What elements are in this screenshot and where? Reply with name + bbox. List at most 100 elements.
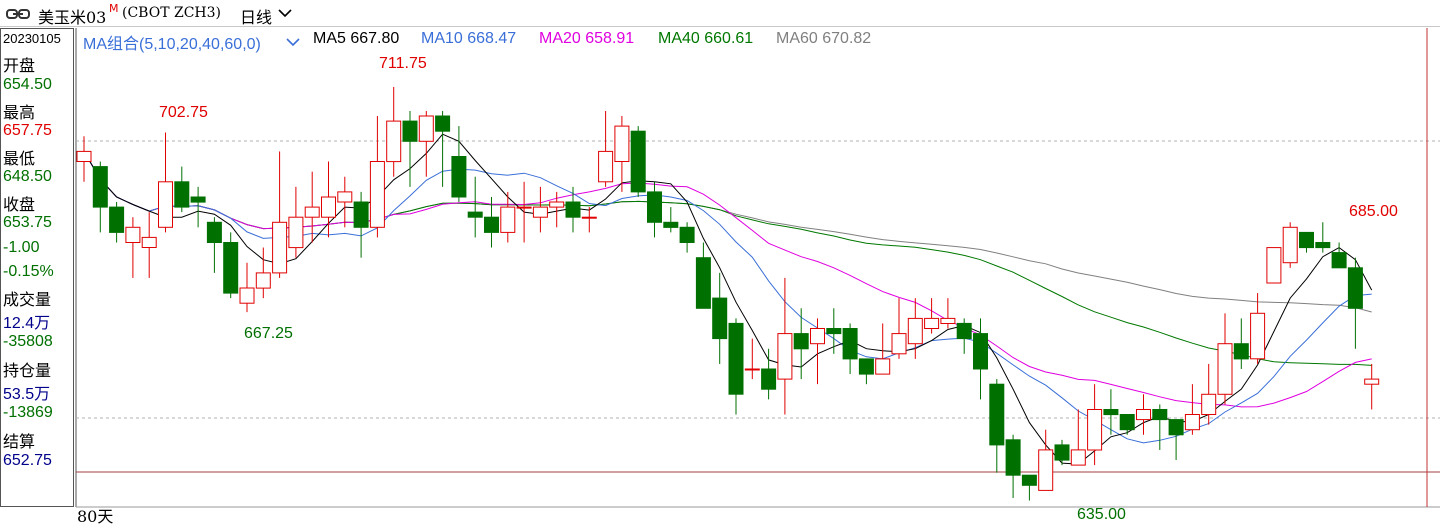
- candle: [1054, 439, 1070, 466]
- candle: [1266, 247, 1282, 284]
- ma-group-selector[interactable]: MA组合(5,10,20,40,60,0): [83, 30, 261, 54]
- candle-body: [663, 221, 679, 228]
- candle: [1184, 384, 1200, 435]
- candle: [581, 207, 597, 233]
- candle-body: [581, 216, 597, 219]
- candle-body: [369, 161, 385, 228]
- candle: [728, 318, 744, 415]
- ma60-legend: MA60 670.82: [776, 30, 872, 47]
- candle-body: [940, 317, 956, 324]
- candle: [272, 151, 288, 278]
- candle: [826, 308, 842, 354]
- candle-body: [141, 236, 157, 248]
- candle-body: [777, 333, 793, 380]
- candle: [451, 126, 467, 203]
- candle: [337, 176, 353, 228]
- candle-body: [1201, 393, 1217, 415]
- candle: [239, 262, 255, 313]
- candle: [891, 298, 907, 359]
- candle: [1103, 389, 1119, 435]
- candle: [793, 308, 809, 380]
- candles: [76, 86, 1380, 501]
- candle-body: [451, 156, 467, 198]
- candle: [1136, 394, 1151, 435]
- candle-body: [1070, 449, 1086, 466]
- candle-body: [744, 368, 760, 371]
- candle: [1347, 257, 1363, 349]
- ma10-line: [83, 151, 1372, 444]
- candle: [467, 176, 483, 238]
- candle-body: [532, 206, 548, 218]
- candle-body: [630, 130, 646, 193]
- candle-body: [875, 358, 891, 375]
- high-annotation-2: 711.75: [379, 55, 427, 72]
- candle-body: [304, 206, 320, 218]
- candle: [924, 298, 940, 334]
- ma-group-chevron-icon[interactable]: [286, 37, 300, 47]
- candle-body: [386, 120, 402, 163]
- candle: [1021, 474, 1037, 501]
- candlestick-chart[interactable]: [0, 0, 1440, 530]
- low-annotation-1: 667.25: [244, 325, 293, 342]
- candle-body: [467, 211, 483, 218]
- candle: [223, 232, 239, 299]
- candle-body: [321, 196, 336, 218]
- candle: [304, 171, 320, 243]
- candle-body: [190, 196, 206, 203]
- candle-body: [1054, 444, 1070, 461]
- candle: [1119, 414, 1135, 435]
- candle-body: [435, 115, 451, 132]
- candle-body: [418, 115, 434, 142]
- candle-body: [858, 358, 874, 375]
- candle: [614, 116, 630, 192]
- candle: [532, 186, 548, 233]
- high-annotation-1: 702.75: [159, 104, 208, 121]
- candle: [109, 202, 125, 243]
- candle-body: [158, 181, 173, 228]
- candle: [1168, 419, 1184, 461]
- candle: [516, 181, 532, 243]
- candle: [76, 136, 92, 182]
- candle-body: [174, 181, 190, 208]
- candle-body: [239, 287, 255, 304]
- candle-body: [1168, 419, 1184, 436]
- candle-body: [565, 201, 581, 218]
- ma10-legend: MA10 668.47: [421, 30, 517, 47]
- candle-body: [1152, 409, 1168, 421]
- candle-body: [712, 297, 728, 340]
- candle-body: [728, 322, 744, 395]
- candle: [875, 323, 891, 375]
- candle: [663, 207, 679, 233]
- candle-body: [549, 201, 565, 208]
- candle: [712, 272, 728, 364]
- candle-body: [206, 221, 222, 244]
- candle: [989, 379, 1005, 473]
- candle: [761, 348, 777, 400]
- candle-body: [272, 221, 288, 274]
- candle-body: [353, 201, 369, 228]
- candle: [695, 242, 711, 309]
- ma20-legend: MA20 658.91: [539, 30, 635, 47]
- candle-body: [1217, 343, 1233, 395]
- candle: [1233, 318, 1249, 369]
- candle: [647, 181, 662, 238]
- candle-body: [647, 191, 662, 223]
- candle-body: [1038, 449, 1054, 491]
- candle: [1005, 434, 1021, 498]
- high-annotation-3: 685.00: [1349, 203, 1398, 220]
- candle-body: [989, 383, 1005, 446]
- candle-body: [402, 120, 418, 142]
- candle-body: [1136, 409, 1151, 421]
- candle: [386, 86, 402, 177]
- ma40-legend: MA40 660.61: [658, 30, 754, 47]
- candle-body: [1315, 242, 1331, 249]
- candle-body: [1184, 414, 1200, 431]
- candle: [858, 358, 874, 385]
- candle: [125, 217, 141, 278]
- candle-body: [598, 150, 614, 183]
- candle-body: [826, 328, 842, 335]
- candle: [777, 277, 793, 415]
- candle: [500, 191, 516, 243]
- candle: [1282, 222, 1298, 268]
- candle: [842, 323, 858, 375]
